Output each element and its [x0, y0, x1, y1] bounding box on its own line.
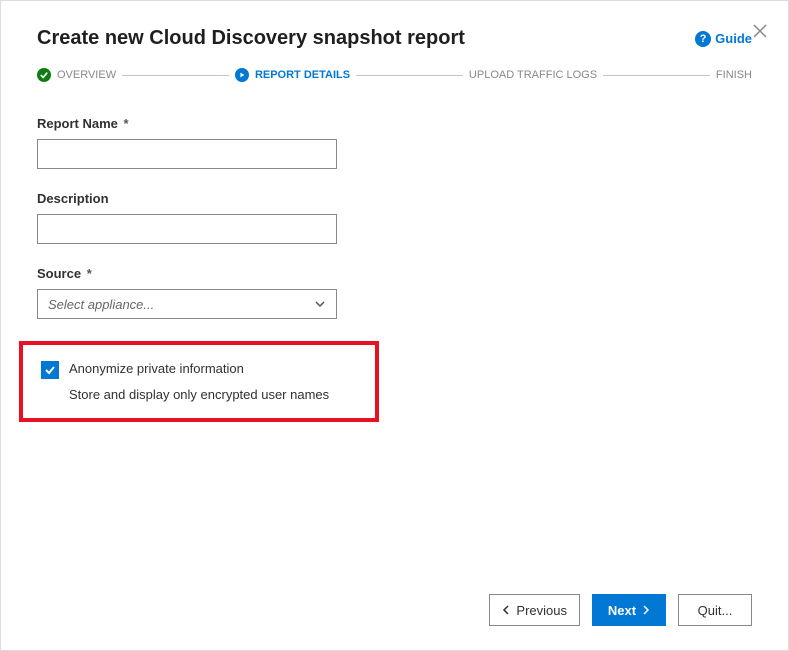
page-title: Create new Cloud Discovery snapshot repo…	[37, 27, 465, 50]
anonymize-row: Anonymize private information	[41, 361, 357, 379]
step-label: FINISH	[716, 69, 752, 81]
play-icon	[235, 68, 249, 82]
footer: Previous Next Quit...	[489, 594, 752, 626]
step-report-details[interactable]: REPORT DETAILS	[235, 68, 350, 82]
quit-button[interactable]: Quit...	[678, 594, 752, 626]
field-description: Description	[37, 191, 367, 244]
anonymize-label: Anonymize private information	[69, 361, 244, 376]
step-overview[interactable]: OVERVIEW	[37, 68, 116, 82]
field-report-name: Report Name *	[37, 116, 367, 169]
required-mark: *	[87, 266, 92, 281]
next-button[interactable]: Next	[592, 594, 666, 626]
step-upload-logs[interactable]: UPLOAD TRAFFIC LOGS	[469, 69, 597, 81]
check-icon	[37, 68, 51, 82]
guide-link[interactable]: ? Guide	[695, 31, 752, 47]
help-icon: ?	[695, 31, 711, 47]
source-select[interactable]: Select appliance...	[37, 289, 337, 319]
step-connector	[122, 75, 229, 76]
step-label: OVERVIEW	[57, 69, 116, 81]
dialog: Create new Cloud Discovery snapshot repo…	[0, 0, 789, 651]
close-icon[interactable]	[752, 23, 768, 39]
description-label: Description	[37, 191, 367, 206]
anonymize-highlight: Anonymize private information Store and …	[19, 341, 379, 422]
header: Create new Cloud Discovery snapshot repo…	[37, 27, 752, 50]
guide-label: Guide	[715, 31, 752, 46]
step-connector	[603, 75, 710, 76]
description-input[interactable]	[37, 214, 337, 244]
form: Report Name * Description Source * Selec…	[37, 116, 367, 422]
previous-button[interactable]: Previous	[489, 594, 580, 626]
step-connector	[356, 75, 463, 76]
required-mark: *	[124, 116, 129, 131]
anonymize-checkbox[interactable]	[41, 361, 59, 379]
step-label: UPLOAD TRAFFIC LOGS	[469, 69, 597, 81]
step-label: REPORT DETAILS	[255, 69, 350, 81]
chevron-left-icon	[502, 603, 512, 618]
stepper: OVERVIEW REPORT DETAILS UPLOAD TRAFFIC L…	[37, 68, 752, 82]
source-label: Source *	[37, 266, 367, 281]
step-finish[interactable]: FINISH	[716, 69, 752, 81]
report-name-label: Report Name *	[37, 116, 367, 131]
field-source: Source * Select appliance...	[37, 266, 367, 319]
chevron-down-icon	[314, 298, 326, 310]
source-placeholder: Select appliance...	[48, 297, 154, 312]
chevron-right-icon	[640, 603, 650, 618]
anonymize-description: Store and display only encrypted user na…	[69, 387, 357, 402]
report-name-input[interactable]	[37, 139, 337, 169]
